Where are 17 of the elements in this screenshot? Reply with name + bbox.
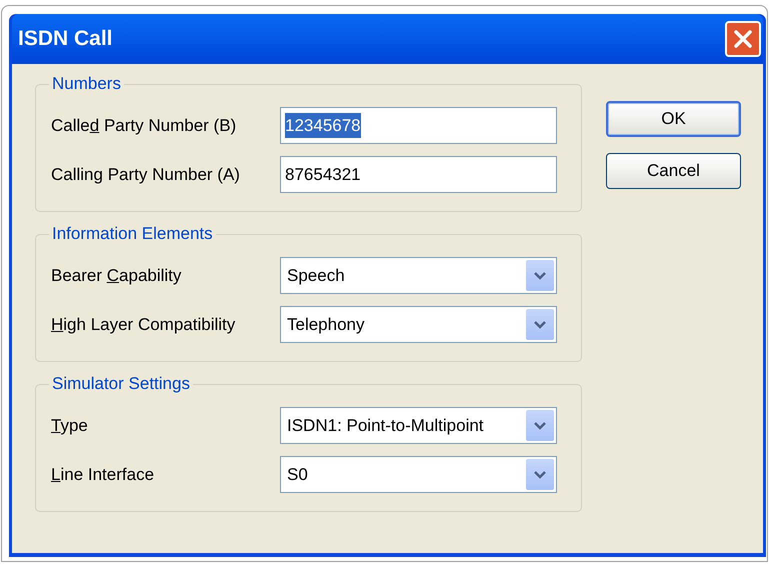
field-label: Calling Party Number (A) [51, 164, 241, 186]
window-title: ISDN Call [18, 26, 113, 52]
input-field[interactable]: 87654321 [280, 156, 557, 193]
dropdown[interactable]: ISDN1: Point-to-Multipoint [280, 407, 557, 444]
field-label: Type [51, 414, 89, 437]
close-icon [733, 29, 753, 49]
field-label: Line Interface [51, 464, 156, 486]
dialog-button[interactable]: Cancel [606, 153, 741, 189]
dialog-button[interactable]: OK [606, 101, 741, 137]
dropdown[interactable]: S0 [280, 456, 557, 493]
field-label: Called Party Number (B) [51, 114, 238, 137]
dropdown[interactable]: Speech [280, 257, 557, 294]
close-button[interactable] [725, 21, 761, 57]
input-field[interactable]: 12345678 [280, 107, 557, 144]
field-label: High Layer Compatibility [51, 314, 236, 336]
dropdown[interactable]: Telephony [280, 306, 557, 343]
field-label: Bearer Capability [51, 264, 182, 287]
